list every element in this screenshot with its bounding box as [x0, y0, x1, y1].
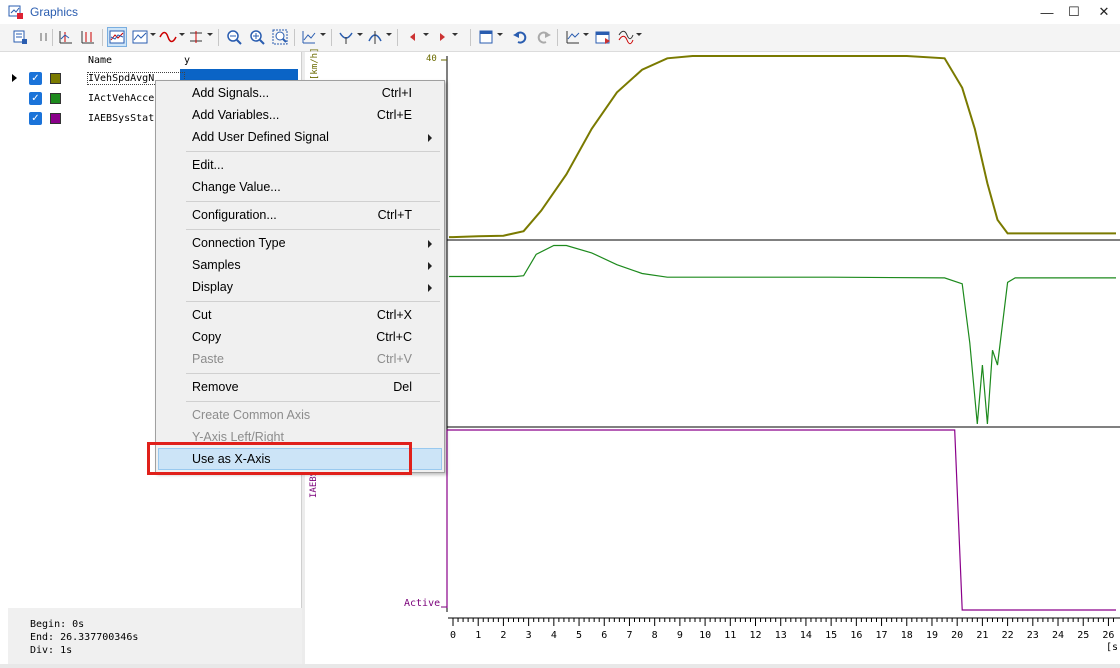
- menu-item-connection-type[interactable]: Connection Type: [158, 232, 442, 254]
- graphic-view-options-icon[interactable]: [130, 27, 150, 47]
- submenu-arrow-icon: [428, 262, 432, 270]
- marker-icon[interactable]: [336, 27, 356, 47]
- zoom-out-icon[interactable]: [224, 27, 244, 47]
- signal-color-swatch[interactable]: [50, 113, 61, 124]
- minimize-button[interactable]: —: [1033, 0, 1061, 24]
- config-icon[interactable]: [563, 27, 583, 47]
- division: Div: 1s: [30, 645, 73, 656]
- signal-options-icon[interactable]: [616, 27, 636, 47]
- menu-item-add-signals[interactable]: Add Signals... Ctrl+I: [158, 82, 442, 104]
- context-menu: Add Signals... Ctrl+I Add Variables... Ctr…: [155, 80, 445, 473]
- maximize-icon: ☐: [1068, 4, 1080, 19]
- menu-item-remove[interactable]: Remove Del: [158, 376, 442, 398]
- column-header-y[interactable]: y: [184, 55, 190, 66]
- close-icon: ✕: [1098, 4, 1110, 19]
- signal-color-swatch[interactable]: [50, 73, 61, 84]
- time-range-status: Begin: 0s End: 26.337700346s Div: 1s: [8, 608, 302, 664]
- layout-icon[interactable]: [476, 27, 496, 47]
- submenu-arrow-icon: [428, 240, 432, 248]
- menu-item-change-value[interactable]: Change Value...: [158, 176, 442, 198]
- graphic-view-icon[interactable]: [107, 27, 127, 47]
- prev-icon[interactable]: [403, 27, 423, 47]
- signal-visible-checkbox[interactable]: ✓: [29, 92, 42, 105]
- menu-item-add-variables[interactable]: Add Variables... Ctrl+E: [158, 104, 442, 126]
- menu-item-configuration[interactable]: Configuration... Ctrl+T: [158, 204, 442, 226]
- menu-item-cut[interactable]: Cut Ctrl+X: [158, 304, 442, 326]
- menu-item-edit[interactable]: Edit...: [158, 154, 442, 176]
- next-icon[interactable]: [432, 27, 452, 47]
- menu-item-add-user-defined-signal[interactable]: Add User Defined Signal: [158, 126, 442, 148]
- signal-style-icon[interactable]: [158, 27, 178, 47]
- signal-visible-checkbox[interactable]: ✓: [29, 112, 42, 125]
- export-icon[interactable]: [593, 27, 613, 47]
- maximize-button[interactable]: ☐: [1060, 0, 1088, 24]
- speed-axis-max: 40: [426, 54, 437, 64]
- speed-axis-unit: [km/h]: [310, 47, 320, 80]
- measure-icon[interactable]: [186, 27, 206, 47]
- menu-item-display[interactable]: Display: [158, 276, 442, 298]
- aeb-axis-tick-active: Active: [404, 598, 441, 609]
- close-button[interactable]: ✕: [1090, 0, 1118, 24]
- column-header-name[interactable]: Name: [88, 55, 112, 66]
- signal-visible-checkbox[interactable]: ✓: [29, 72, 42, 85]
- pause-icon[interactable]: [34, 27, 54, 47]
- axis-settings-icon[interactable]: [299, 27, 319, 47]
- menu-item-copy[interactable]: Copy Ctrl+C: [158, 326, 442, 348]
- cursor-both-icon[interactable]: [78, 27, 98, 47]
- zoom-fit-icon[interactable]: [270, 27, 290, 47]
- redo-icon[interactable]: [534, 27, 554, 47]
- menu-item-paste: Paste Ctrl+V: [192, 352, 412, 366]
- current-row-arrow-icon: [12, 74, 17, 82]
- marker-options-icon[interactable]: [365, 27, 385, 47]
- menu-item-samples[interactable]: Samples: [158, 254, 442, 276]
- title-bar: Graphics — ☐ ✕: [0, 0, 1120, 24]
- highlight-annotation: [147, 442, 412, 475]
- signal-list-icon[interactable]: [10, 27, 30, 47]
- end-time: End: 26.337700346s: [30, 632, 139, 643]
- minimize-icon: —: [1040, 4, 1054, 20]
- undo-icon[interactable]: [510, 27, 530, 47]
- toolbar: [0, 24, 1120, 52]
- cursor-left-icon[interactable]: [56, 27, 76, 47]
- graphics-app-icon: [8, 4, 24, 20]
- submenu-arrow-icon: [428, 284, 432, 292]
- signal-color-swatch[interactable]: [50, 93, 61, 104]
- window-title: Graphics: [30, 5, 79, 19]
- submenu-arrow-icon: [428, 134, 432, 142]
- zoom-in-icon[interactable]: [247, 27, 267, 47]
- begin-time: Begin: 0s: [30, 619, 85, 630]
- menu-item-create-common-axis: Create Common Axis: [192, 408, 311, 422]
- signal-grid-header: Name y: [8, 52, 302, 69]
